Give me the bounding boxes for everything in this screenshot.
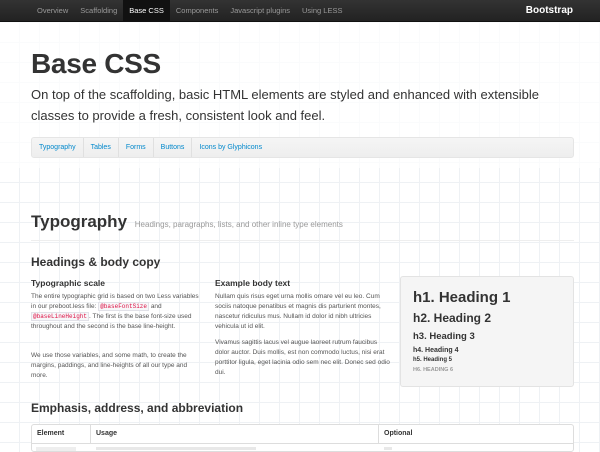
subnav-bar: Typography Tables Forms Buttons Icons by… <box>31 137 574 158</box>
example-body-paragraph-2: Vivamus sagittis lacus vel augue laoreet… <box>215 339 390 376</box>
brand-link[interactable]: Bootstrap <box>526 0 573 22</box>
typographic-scale-title: Typographic scale <box>31 278 106 288</box>
nav-menu: Overview Scaffolding Base CSS Components… <box>31 0 348 22</box>
table-cell-optional <box>384 447 392 450</box>
heading-5-sample: h5. Heading 5 <box>413 357 453 363</box>
nav-item-using-less[interactable]: Using LESS <box>296 0 348 22</box>
subnav-item-tables[interactable]: Tables <box>84 138 119 157</box>
subnav-item-icons[interactable]: Icons by Glyphicons <box>192 138 269 157</box>
typographic-scale-paragraph-1: The entire typographic grid is based on … <box>31 293 199 330</box>
heading-1-sample: h1. Heading 1 <box>413 289 511 306</box>
code-base-font-size: @baseFontSize <box>98 302 150 311</box>
headings-body-copy-title: Headings & body copy <box>31 255 161 269</box>
heading-3-sample: h3. Heading 3 <box>413 331 475 342</box>
nav-item-components[interactable]: Components <box>170 0 225 22</box>
nav-item-base-css[interactable]: Base CSS <box>123 0 170 22</box>
table-cell-usage <box>96 447 256 450</box>
top-navbar: Overview Scaffolding Base CSS Components… <box>0 0 600 22</box>
heading-2-sample: h2. Heading 2 <box>413 311 492 325</box>
section-divider <box>31 240 574 241</box>
nav-item-overview[interactable]: Overview <box>31 0 74 22</box>
table-cell-element <box>36 447 76 451</box>
heading-4-sample: h4. Heading 4 <box>413 347 459 354</box>
typographic-scale-paragraph-2: We use those variables, and some math, t… <box>31 352 188 379</box>
section-title-text: Typography <box>31 212 128 231</box>
table-header-usage: Usage <box>90 425 378 443</box>
subnav-item-buttons[interactable]: Buttons <box>154 138 193 157</box>
nav-item-javascript-plugins[interactable]: Javascript plugins <box>224 0 296 22</box>
emphasis-title: Emphasis, address, and abbreviation <box>31 401 244 415</box>
section-title-typography: Typography Headings, paragraphs, lists, … <box>31 212 343 232</box>
subnav-item-typography[interactable]: Typography <box>32 138 84 157</box>
nav-item-scaffolding[interactable]: Scaffolding <box>74 0 123 22</box>
emphasis-table: Element Usage Optional <box>31 424 574 452</box>
table-header-element: Element <box>37 430 65 437</box>
page-lead: On top of the scaffolding, basic HTML el… <box>31 87 540 123</box>
section-subtitle: Headings, paragraphs, lists, and other i… <box>134 220 343 229</box>
code-base-line-height: @baseLineHeight <box>31 312 90 321</box>
heading-6-sample: h6. Heading 6 <box>413 367 454 373</box>
example-body-text-title: Example body text <box>215 278 291 288</box>
example-body-paragraph-1: Nullam quis risus eget urna mollis ornar… <box>215 293 381 330</box>
page-title: Base CSS <box>31 48 161 79</box>
table-row-divider <box>32 443 573 444</box>
subnav-item-forms[interactable]: Forms <box>119 138 154 157</box>
headings-well: h1. Heading 1 h2. Heading 2 h3. Heading … <box>400 276 574 387</box>
table-header-optional: Optional <box>378 425 573 443</box>
